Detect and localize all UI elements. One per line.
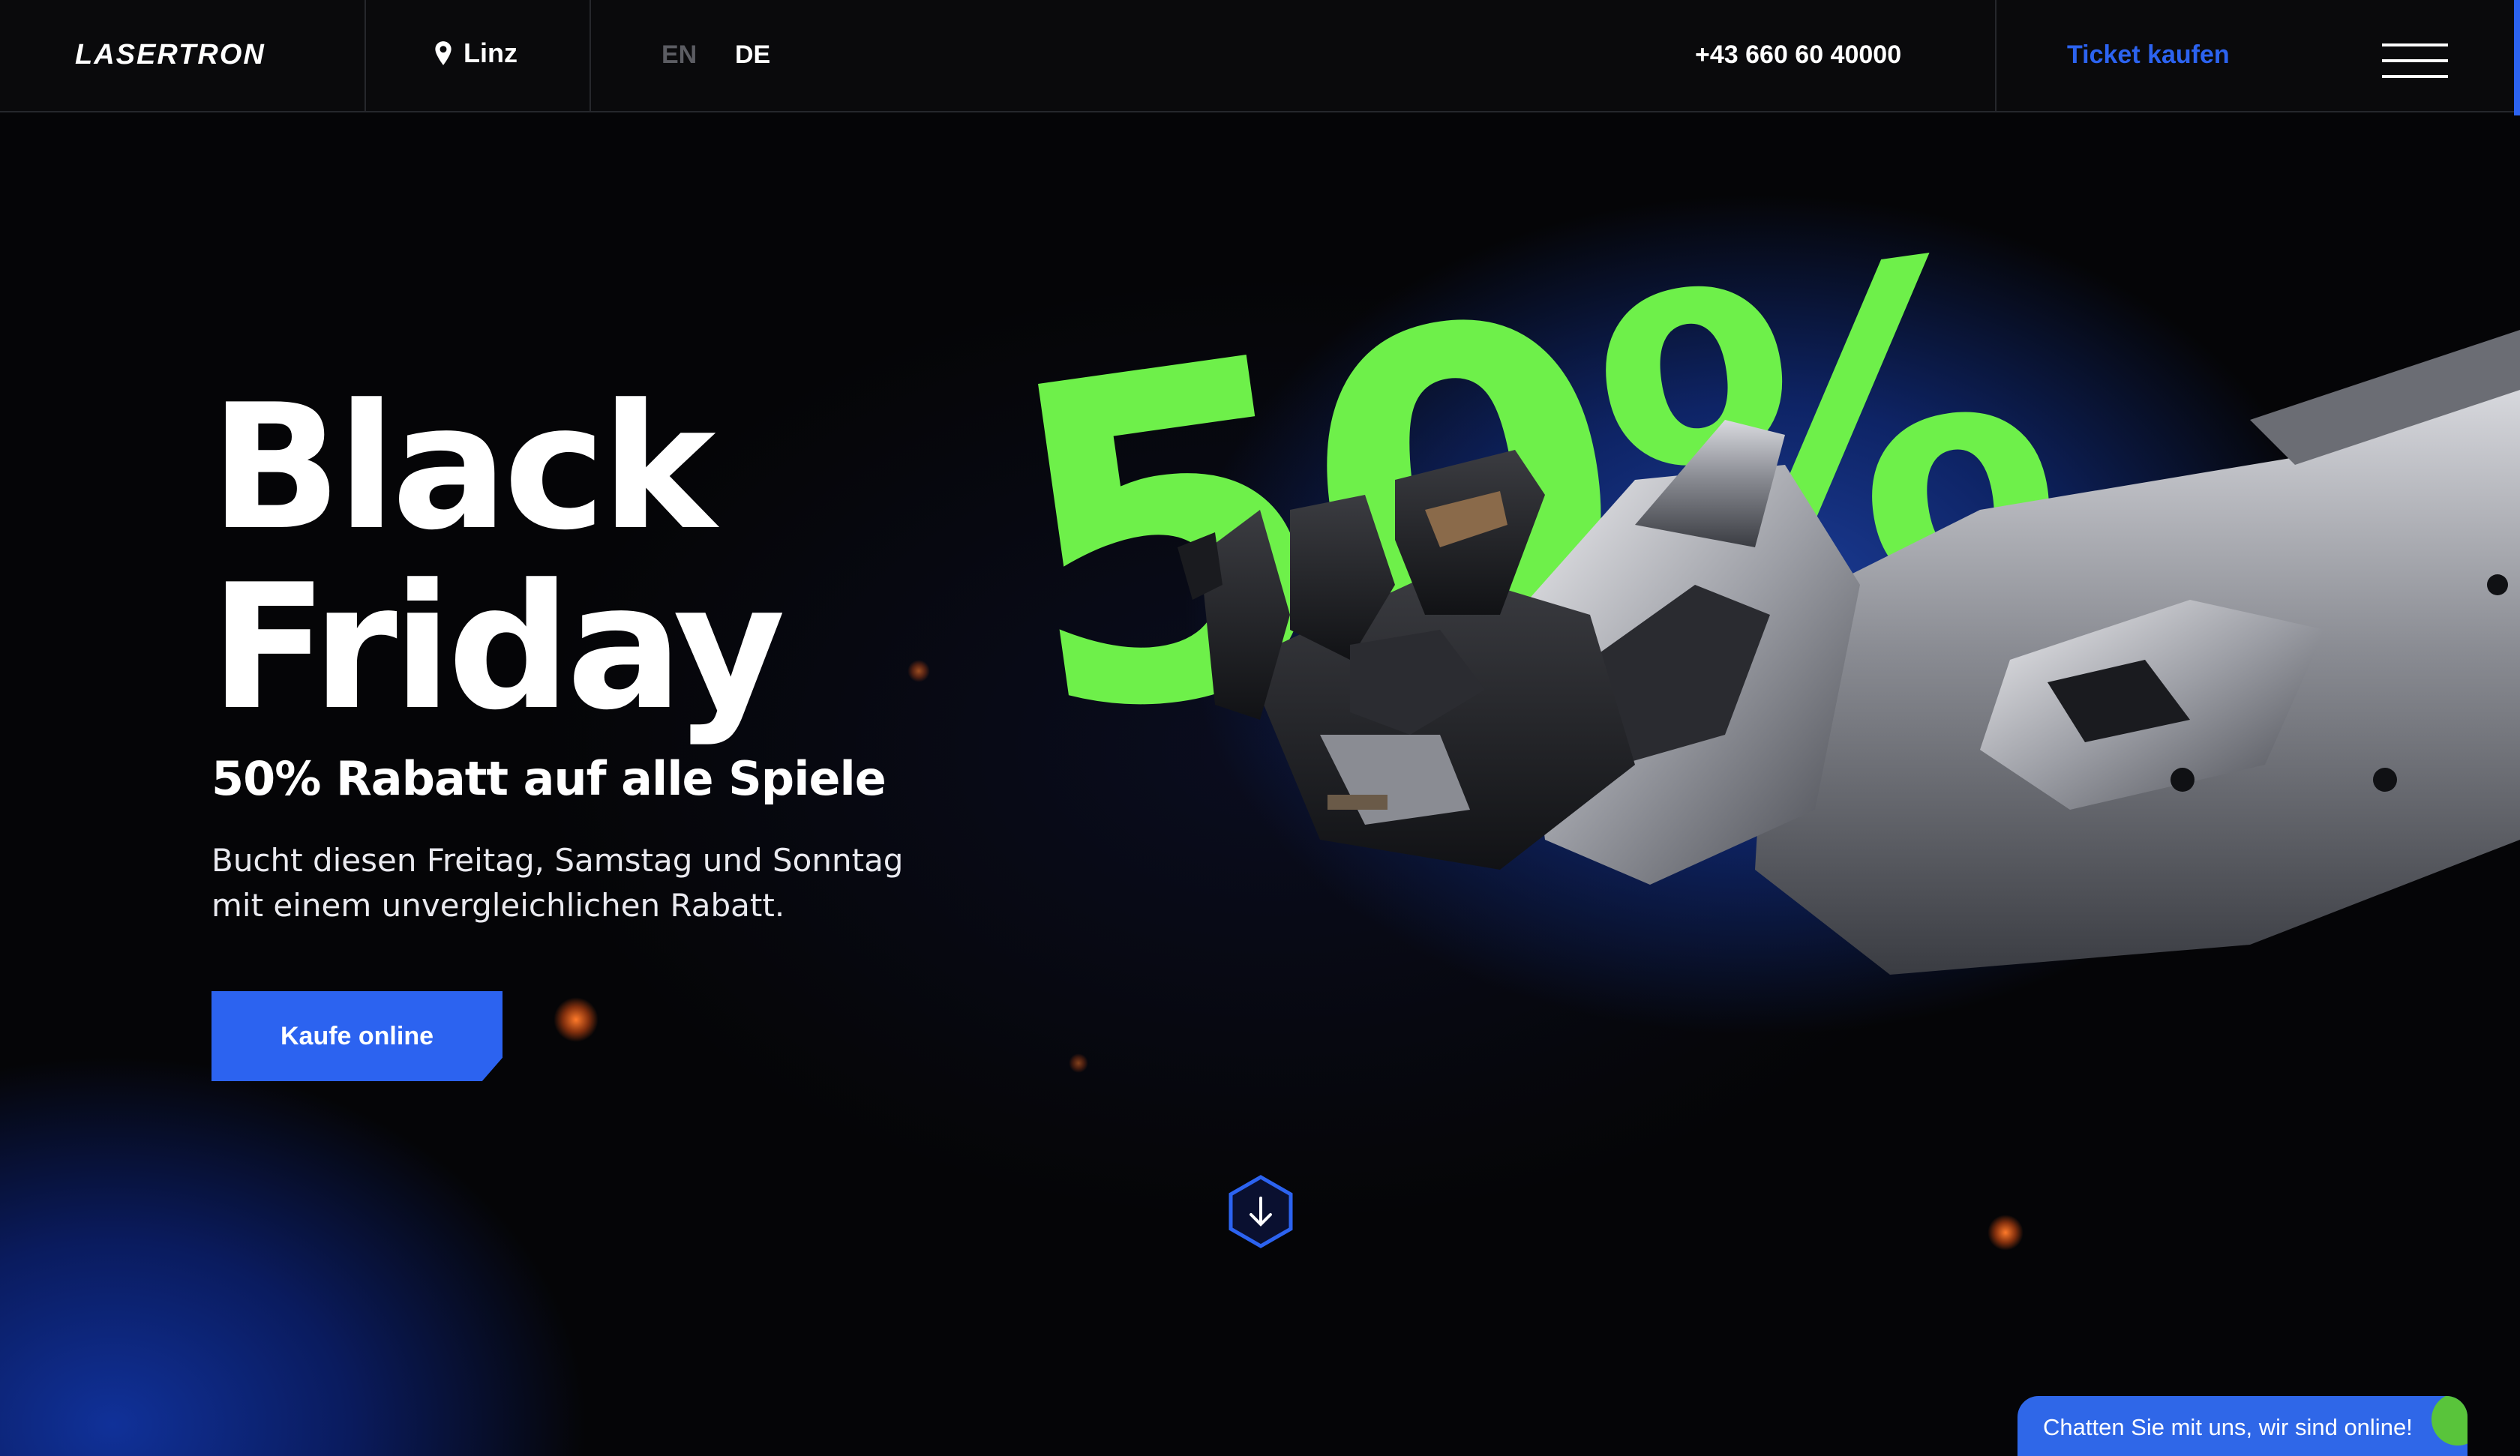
hero-title-line-2: Friday — [210, 548, 785, 748]
hamburger-menu-icon[interactable] — [2382, 43, 2448, 78]
buy-online-button-label: Kaufe online — [280, 1021, 434, 1050]
top-navigation-bar: LASERTRON Linz EN DE +43 660 60 40000 Ti… — [0, 0, 2520, 112]
arrow-down-icon[interactable] — [1227, 1174, 1294, 1249]
scroll-indicator — [2514, 0, 2520, 115]
hero-title: Black Friday — [210, 368, 785, 748]
location-selector[interactable]: Linz — [434, 37, 518, 69]
divider — [1995, 0, 1996, 111]
ticket-kaufen-link[interactable]: Ticket kaufen — [2067, 40, 2230, 70]
language-en[interactable]: EN — [662, 40, 697, 70]
hero-promo-graphic: 50% — [978, 195, 2520, 975]
phone-number-link[interactable]: +43 660 60 40000 — [1695, 40, 1901, 70]
hero-description: Bucht diesen Freitag, Samstag und Sonnta… — [212, 842, 904, 924]
page: LASERTRON Linz EN DE +43 660 60 40000 Ti… — [0, 0, 2520, 1456]
live-chat-label: Chatten Sie mit uns, wir sind online! — [2043, 1414, 2413, 1440]
language-de[interactable]: DE — [735, 40, 770, 70]
live-chat-widget[interactable]: Chatten Sie mit uns, wir sind online! — [2018, 1396, 2468, 1456]
hero-title-line-1: Black — [210, 368, 716, 568]
brand-logo[interactable]: LASERTRON — [75, 39, 266, 71]
buy-online-button[interactable]: Kaufe online — [212, 991, 502, 1081]
ember-decoration — [1988, 1215, 2024, 1251]
hero-subtitle: 50% Rabatt auf alle Spiele — [212, 751, 886, 806]
ember-decoration — [908, 660, 930, 682]
map-pin-icon — [435, 41, 452, 65]
location-label: Linz — [464, 37, 518, 68]
ember-decoration — [554, 997, 598, 1042]
online-status-indicator — [2432, 1396, 2468, 1446]
